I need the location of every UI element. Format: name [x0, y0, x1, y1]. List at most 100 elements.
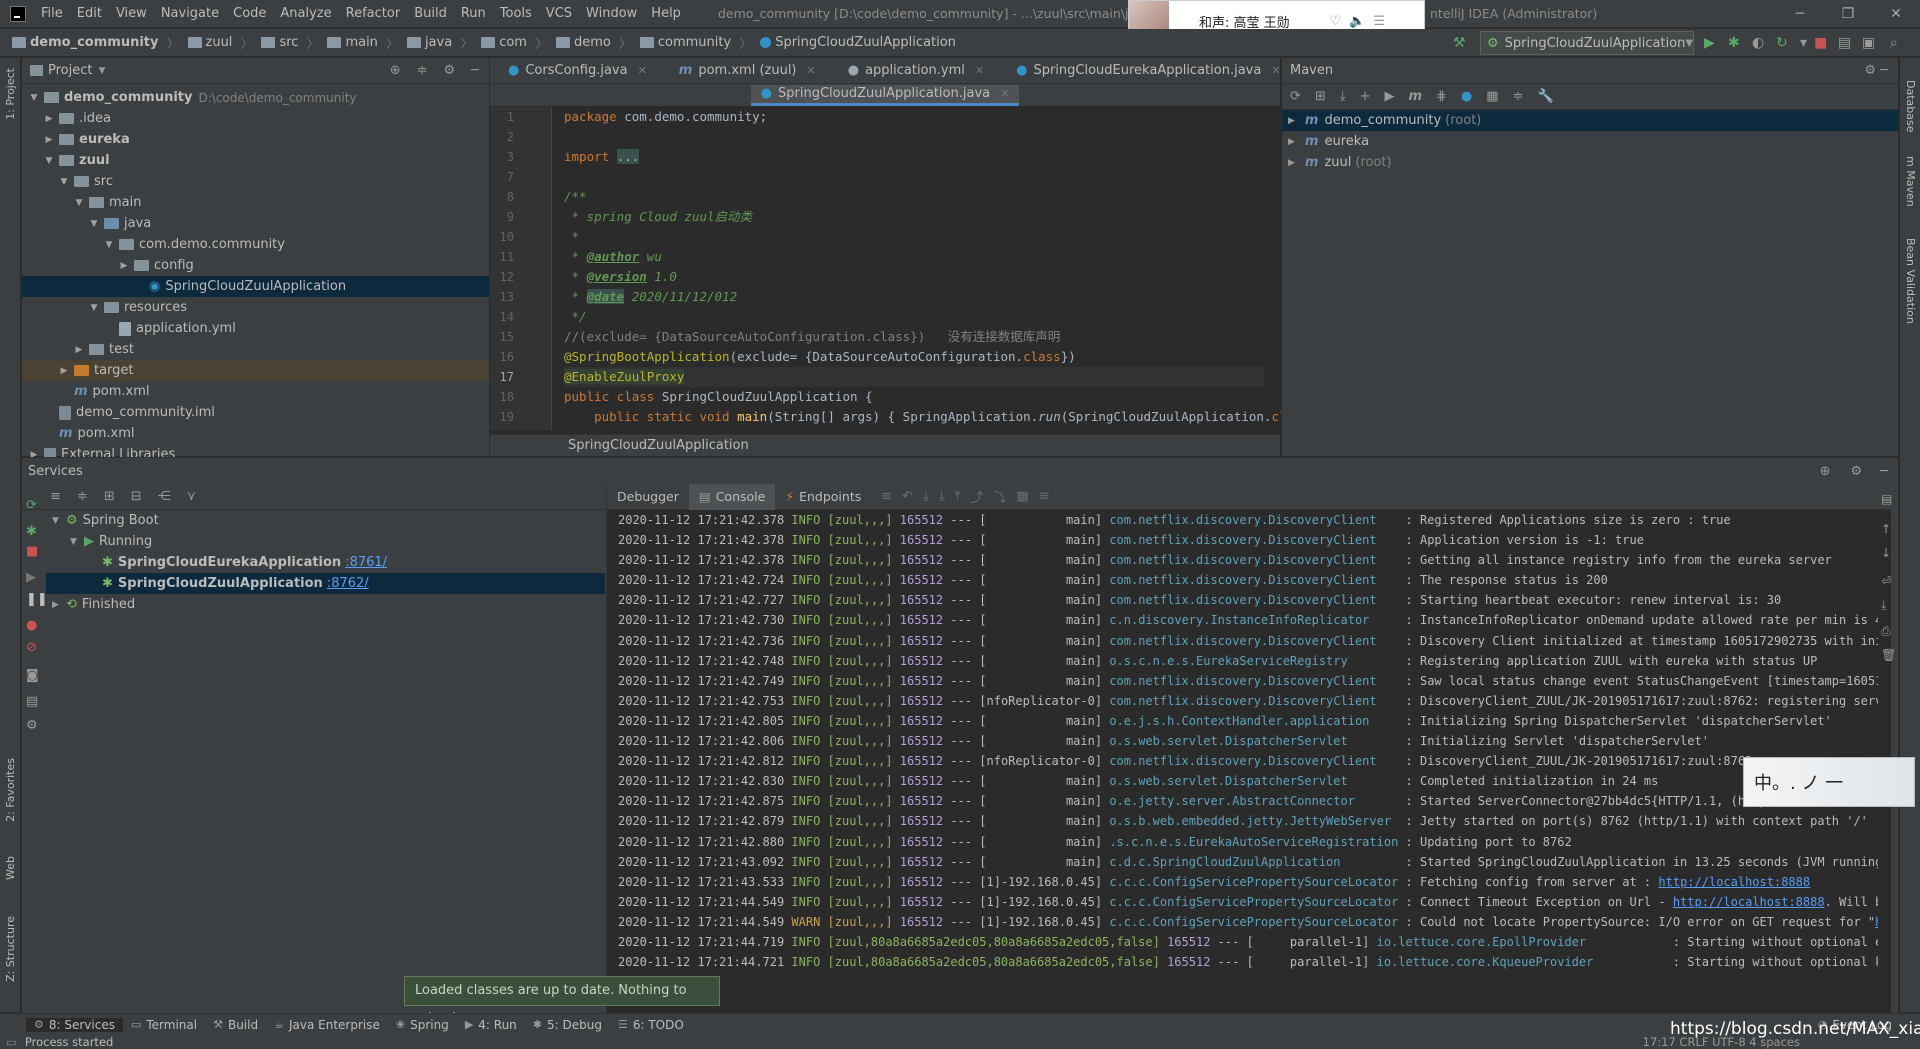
- new-service-icon[interactable]: ⊟: [131, 489, 142, 504]
- show-dependencies-icon[interactable]: ▦: [1486, 89, 1498, 104]
- settings-icon[interactable]: ⚙: [26, 718, 38, 733]
- hide-icon[interactable]: ─: [1880, 464, 1888, 479]
- editor-tab[interactable]: m pom.xml (zuul) ✕: [657, 58, 826, 83]
- breadcrumb-item[interactable]: 〉 zuul: [160, 33, 234, 52]
- console-action-icon[interactable]: ⤴: [970, 487, 983, 506]
- pause-icon[interactable]: ❚❚: [26, 592, 48, 607]
- skip-tests-icon[interactable]: ●: [1461, 89, 1472, 104]
- chevron-icon[interactable]: ▼: [28, 93, 40, 103]
- collapse-all-icon[interactable]: ≑: [417, 63, 428, 78]
- gear-icon[interactable]: ⚙: [1851, 464, 1863, 479]
- tree-item[interactable]: ▶ eureka: [22, 129, 489, 150]
- build-hammer-icon[interactable]: ⚒: [1453, 35, 1466, 51]
- tree-item[interactable]: ◉ SpringCloudZuulApplication: [22, 276, 489, 297]
- collapse-icon[interactable]: ≑: [1513, 89, 1524, 104]
- toggle-offline-icon[interactable]: ⋕: [1436, 89, 1447, 104]
- chevron-icon[interactable]: ▼: [52, 516, 66, 526]
- console-action-icon[interactable]: ⤵: [993, 487, 1006, 506]
- tree-item[interactable]: ▶ .idea: [22, 108, 489, 129]
- chevron-down-icon[interactable]: ▼: [98, 66, 105, 76]
- run-configuration-select[interactable]: ⚙ SpringCloudZuulApplication ▼: [1480, 31, 1694, 55]
- globe-icon[interactable]: ⊕: [1820, 464, 1831, 479]
- close-tab-icon[interactable]: ✕: [1000, 87, 1009, 100]
- chevron-icon[interactable]: ▼: [43, 156, 55, 166]
- chevron-icon[interactable]: ▼: [58, 177, 70, 187]
- chevron-right-icon[interactable]: ▶: [1288, 158, 1295, 168]
- collapse-all-icon[interactable]: ≑: [77, 489, 88, 504]
- breadcrumb-item[interactable]: 〉 java: [380, 33, 454, 52]
- tree-item[interactable]: ▶ config: [22, 255, 489, 276]
- print-icon[interactable]: ⎙: [1881, 624, 1891, 639]
- maven-project[interactable]: ▶ m demo_community (root): [1282, 110, 1898, 131]
- breadcrumb-item[interactable]: 〉 community: [613, 33, 733, 52]
- tab-springcloudzuulapplication[interactable]: ● SpringCloudZuulApplication.java ✕: [750, 84, 1020, 106]
- locate-icon[interactable]: ⊕: [390, 63, 401, 78]
- bottom-tab[interactable]: ▭ Terminal: [123, 1018, 205, 1032]
- stop-icon[interactable]: ■: [1814, 35, 1827, 51]
- console-log[interactable]: 2020-11-12 17:21:42.378 INFO [zuul,,,] 1…: [607, 510, 1891, 972]
- tree-item[interactable]: ▶ target: [22, 360, 489, 381]
- code-editor[interactable]: package com.demo.community; import ... /…: [564, 107, 1332, 430]
- menu-refactor[interactable]: Refactor: [339, 6, 408, 21]
- menu-code[interactable]: Code: [226, 6, 273, 21]
- structure-tool-tab[interactable]: Z: Structure: [4, 916, 17, 982]
- maven-project[interactable]: ▶ m zuul (root): [1282, 152, 1898, 173]
- tree-item[interactable]: ▼ main: [22, 192, 489, 213]
- console-tab-console[interactable]: ▤ Console: [688, 483, 776, 510]
- resume-icon[interactable]: ▶: [26, 570, 36, 585]
- menu-window[interactable]: Window: [579, 6, 644, 21]
- close-tab-icon[interactable]: ✕: [975, 64, 984, 77]
- editor-tab[interactable]: ● SpringCloudEurekaApplication.java ✕: [994, 58, 1290, 83]
- layout-icon[interactable]: ▣: [1862, 35, 1875, 51]
- menu-analyze[interactable]: Analyze: [273, 6, 338, 21]
- chevron-icon[interactable]: ▼: [73, 198, 85, 208]
- editor-tab[interactable]: ● application.yml ✕: [826, 58, 994, 83]
- hide-icon[interactable]: ─: [471, 63, 479, 78]
- run-dropdown-icon[interactable]: ▾: [1800, 35, 1807, 51]
- plus-icon[interactable]: +: [1360, 89, 1371, 104]
- maven-tool-tab[interactable]: m Maven: [1904, 156, 1917, 207]
- console-action-icon[interactable]: ≡: [881, 489, 892, 504]
- reload-icon[interactable]: ⟳: [1290, 89, 1301, 104]
- favorites-tool-tab[interactable]: 2: Favorites: [4, 758, 17, 822]
- tree-item[interactable]: ▼ src: [22, 171, 489, 192]
- service-item[interactable]: ▼ ▶ Running: [46, 531, 605, 552]
- console-action-icon[interactable]: ↶: [902, 489, 913, 504]
- menu-vcs[interactable]: VCS: [539, 6, 579, 21]
- chevron-right-icon[interactable]: ▶: [1288, 137, 1295, 147]
- chevron-right-icon[interactable]: ▶: [1288, 116, 1295, 126]
- maven-project[interactable]: ▶ m eureka: [1282, 131, 1898, 152]
- breadcrumb-item[interactable]: 〉 src: [234, 33, 300, 52]
- tree-item[interactable]: ▶ test: [22, 339, 489, 360]
- project-tool-tab[interactable]: 1: Project: [4, 68, 17, 120]
- soft-wrap-icon[interactable]: ⏎: [1881, 574, 1891, 588]
- chevron-icon[interactable]: ▶: [43, 114, 55, 124]
- group-icon[interactable]: ⊞: [104, 489, 115, 504]
- expand-all-icon[interactable]: ≡: [50, 489, 61, 504]
- web-tool-tab[interactable]: Web: [4, 856, 17, 880]
- menu-tools[interactable]: Tools: [493, 6, 539, 21]
- menu-build[interactable]: Build: [407, 6, 454, 21]
- maven-goal-icon[interactable]: m: [1408, 89, 1422, 104]
- bottom-tab[interactable]: ⚒ Build: [205, 1018, 266, 1032]
- close-tab-icon[interactable]: ✕: [807, 64, 816, 77]
- chevron-icon[interactable]: ▶: [52, 600, 66, 610]
- heart-icon[interactable]: ♡: [1330, 14, 1342, 29]
- chevron-icon[interactable]: ▶: [58, 366, 70, 376]
- service-item[interactable]: ✱ SpringCloudEurekaApplication:8761/: [46, 552, 605, 573]
- console-action-icon[interactable]: ▦: [1016, 489, 1028, 504]
- bean-validation-tool-tab[interactable]: Bean Validation: [1904, 238, 1917, 324]
- editor-breadcrumb[interactable]: SpringCloudZuulApplication: [490, 434, 1280, 456]
- editor-tab[interactable]: ● CorsConfig.java ✕: [490, 58, 657, 83]
- scroll-to-end-icon[interactable]: ⤓: [1881, 598, 1886, 613]
- chevron-icon[interactable]: ▶: [73, 345, 85, 355]
- console-tab-endpoints[interactable]: ⚡ Endpoints: [775, 484, 871, 510]
- console-action-icon[interactable]: ≋: [1039, 489, 1050, 504]
- profile-icon[interactable]: ↻: [1776, 35, 1788, 51]
- trash-icon[interactable]: 🗑: [1881, 648, 1896, 662]
- menu-run[interactable]: Run: [454, 6, 493, 21]
- filter-icon[interactable]: ⋲: [158, 489, 171, 504]
- chevron-icon[interactable]: ▼: [88, 219, 100, 229]
- project-structure-icon[interactable]: ▤: [1838, 35, 1851, 51]
- coverage-icon[interactable]: ◐: [1752, 35, 1764, 51]
